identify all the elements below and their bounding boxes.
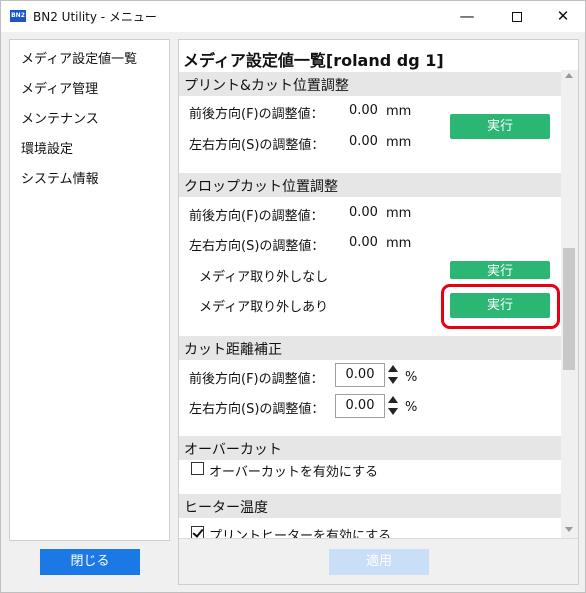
crop-cut-with-removal-label: メディア取り外しあり — [199, 300, 329, 315]
section-title: プリント&カット位置調整 — [184, 78, 349, 94]
cut-distance-s-unit: % — [405, 400, 418, 415]
print-cut-s-label: 左右方向(S)の調整値： — [189, 138, 325, 153]
maximize-button[interactable] — [495, 1, 539, 32]
section-title: ヒーター温度 — [184, 500, 268, 516]
sidebar-item-maintenance[interactable]: メンテナンス — [21, 108, 99, 127]
close-button[interactable]: 閉じる — [40, 549, 140, 575]
close-window-button[interactable]: ✕ — [541, 1, 585, 32]
scroll-thumb[interactable] — [563, 248, 575, 370]
section-header-overcut: オーバーカット — [179, 436, 561, 460]
triangle-down-icon[interactable] — [387, 376, 399, 386]
cut-distance-s-input[interactable]: 0.00 — [335, 394, 385, 418]
section-title: クロップカット位置調整 — [184, 179, 338, 195]
cut-distance-f-stepper: 0.00 — [335, 363, 401, 387]
crop-cut-without-removal-label: メディア取り外しなし — [199, 270, 329, 285]
highlight-annotation — [441, 284, 560, 329]
scroll-down-icon[interactable] — [565, 527, 573, 532]
window-title: BN2 Utility - メニュー — [33, 10, 157, 24]
section-header-cut-distance: カット距離補正 — [179, 336, 561, 360]
triangle-down-icon[interactable] — [387, 407, 399, 417]
cut-distance-f-unit: % — [405, 370, 418, 385]
cut-distance-s-stepper: 0.00 — [335, 394, 401, 418]
triangle-up-icon[interactable] — [387, 364, 399, 374]
page-title: メディア設定値一覧[roland dg 1] — [183, 51, 444, 70]
section-title: オーバーカット — [184, 442, 282, 458]
section-header-crop-cut: クロップカット位置調整 — [179, 173, 561, 197]
print-cut-s-value: 0.00 — [349, 134, 378, 149]
section-title: カット距離補正 — [184, 342, 282, 358]
crop-cut-s-value: 0.00 — [349, 235, 378, 250]
main-panel: メディア設定値一覧[roland dg 1] プリント&カット位置調整 前後方向… — [178, 39, 579, 585]
sidebar: メディア設定値一覧 メディア管理 メンテナンス 環境設定 システム情報 — [9, 39, 170, 541]
sidebar-item-media-settings-list[interactable]: メディア設定値一覧 — [21, 48, 137, 67]
crop-cut-s-unit: mm — [386, 236, 412, 251]
print-cut-execute-button[interactable]: 実行 — [450, 114, 550, 139]
print-cut-s-unit: mm — [386, 135, 412, 150]
sidebar-item-system-info[interactable]: システム情報 — [21, 168, 99, 187]
main-footer: 適用 — [179, 538, 578, 584]
sidebar-item-media-management[interactable]: メディア管理 — [21, 78, 98, 97]
cut-distance-s-label: 左右方向(S)の調整値： — [189, 402, 325, 417]
vertical-scrollbar[interactable] — [561, 70, 578, 538]
crop-cut-f-value: 0.00 — [349, 205, 378, 220]
section-header-heater: ヒーター温度 — [179, 494, 561, 518]
scroll-up-icon[interactable] — [565, 73, 573, 78]
crop-cut-s-label: 左右方向(S)の調整値： — [189, 239, 325, 254]
print-cut-f-label: 前後方向(F)の調整値： — [189, 107, 324, 122]
overcut-checkbox[interactable] — [191, 462, 204, 475]
title-bar: BN2 BN2 Utility - メニュー — ✕ — [1, 1, 585, 32]
section-header-print-cut: プリント&カット位置調整 — [179, 72, 561, 96]
print-cut-f-unit: mm — [386, 104, 412, 119]
triangle-up-icon[interactable] — [387, 395, 399, 405]
crop-cut-f-unit: mm — [386, 206, 412, 221]
overcut-checkbox-label[interactable]: オーバーカットを有効にする — [209, 461, 378, 480]
maximize-icon — [512, 11, 522, 22]
app-window: BN2 BN2 Utility - メニュー — ✕ メディア設定値一覧 メディ… — [0, 0, 586, 593]
crop-cut-f-label: 前後方向(F)の調整値： — [189, 209, 324, 224]
cut-distance-f-input[interactable]: 0.00 — [335, 363, 385, 387]
print-cut-f-value: 0.00 — [349, 103, 378, 118]
apply-button[interactable]: 適用 — [329, 549, 429, 575]
sidebar-item-environment-settings[interactable]: 環境設定 — [21, 138, 73, 157]
crop-cut-without-removal-execute-button[interactable]: 実行 — [450, 261, 550, 279]
cut-distance-f-label: 前後方向(F)の調整値： — [189, 372, 324, 387]
minimize-button[interactable]: — — [445, 1, 489, 32]
app-logo-icon: BN2 — [10, 10, 26, 22]
